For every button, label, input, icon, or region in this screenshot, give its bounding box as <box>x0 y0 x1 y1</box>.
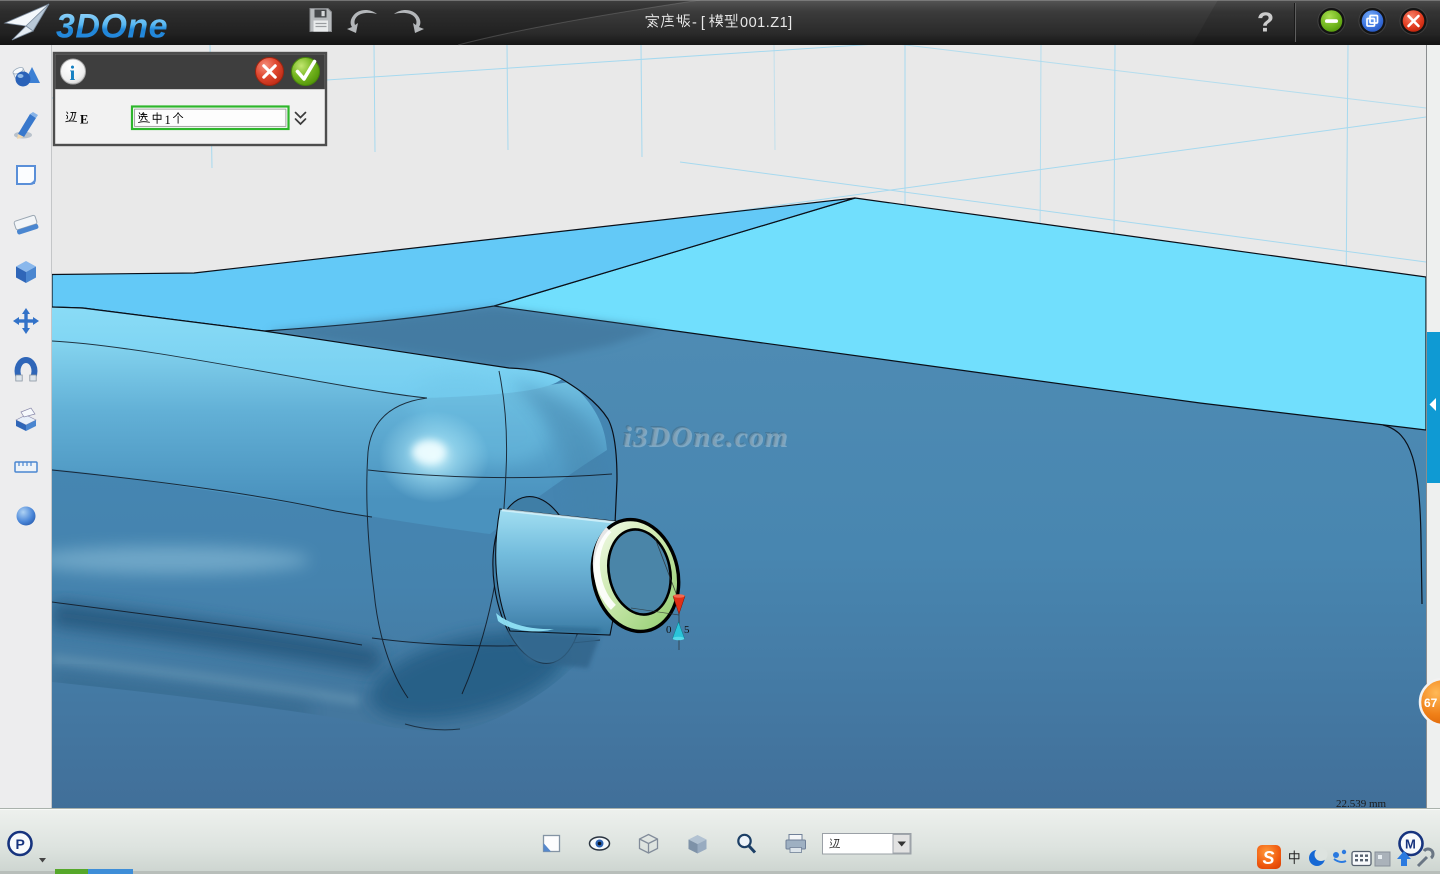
svg-text:S: S <box>1263 848 1275 868</box>
svg-text:P: P <box>16 836 25 852</box>
svg-text:5: 5 <box>684 624 690 636</box>
svg-text:- [: - [ <box>692 15 705 31</box>
svg-text:E: E <box>80 113 88 127</box>
svg-text:67: 67 <box>1424 696 1438 710</box>
svg-text:1: 1 <box>165 113 171 127</box>
svg-text:0: 0 <box>666 624 672 636</box>
svg-text:3DOne: 3DOne <box>56 8 168 46</box>
svg-text:M: M <box>1405 837 1416 852</box>
svg-text:?: ? <box>1257 7 1274 38</box>
svg-text:001.Z1]: 001.Z1] <box>740 15 793 31</box>
svg-text:i: i <box>70 61 76 85</box>
svg-text:i3DOne.com: i3DOne.com <box>623 421 789 453</box>
